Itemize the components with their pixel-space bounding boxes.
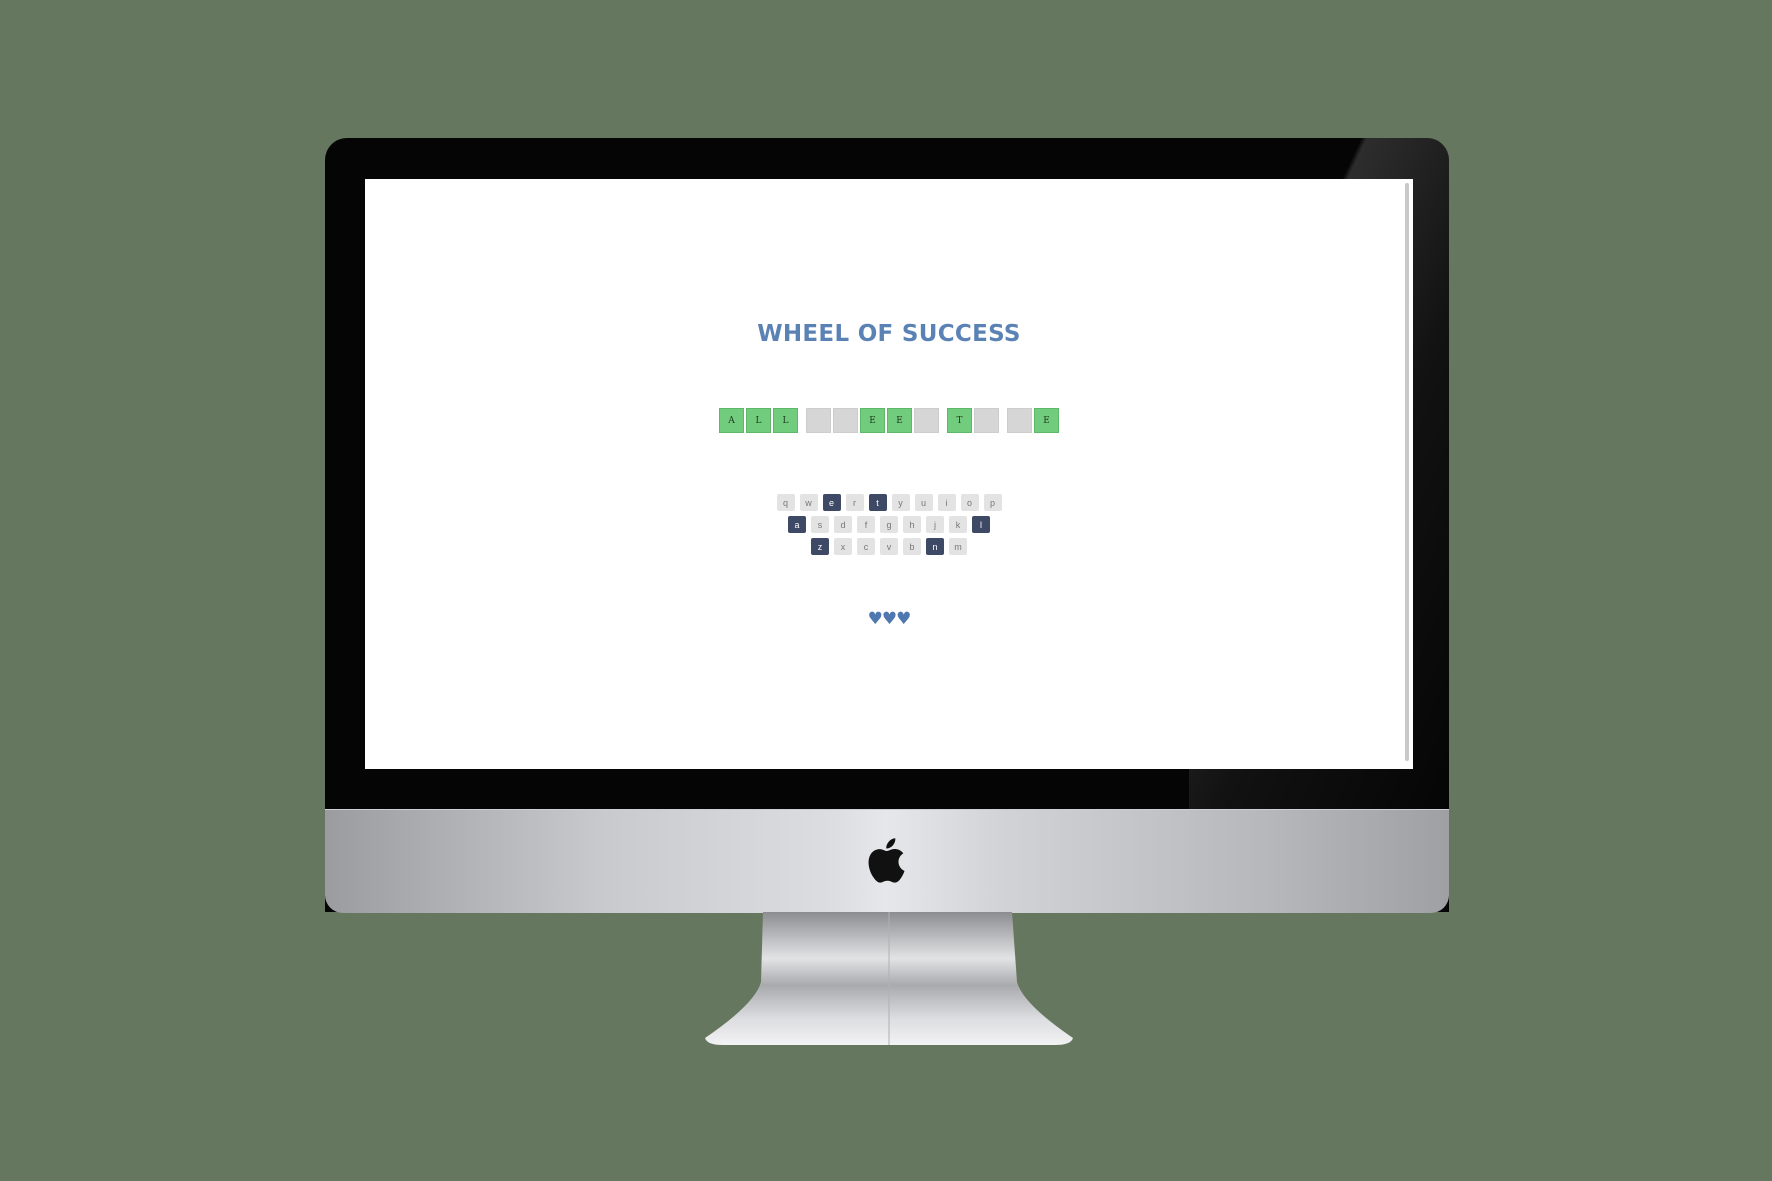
key-o[interactable]: o bbox=[960, 494, 979, 511]
scrollbar[interactable] bbox=[1405, 183, 1409, 761]
hidden-letter-tile bbox=[914, 408, 939, 433]
key-j[interactable]: j bbox=[926, 516, 944, 533]
revealed-letter-tile: L bbox=[746, 408, 771, 433]
key-i[interactable]: i bbox=[937, 494, 956, 511]
puzzle-word: EE bbox=[806, 408, 939, 433]
revealed-letter-tile: L bbox=[773, 408, 798, 433]
key-r[interactable]: r bbox=[845, 494, 864, 511]
keyboard-row: asdfghjkl bbox=[788, 516, 990, 533]
key-k[interactable]: k bbox=[949, 516, 967, 533]
key-g[interactable]: g bbox=[880, 516, 898, 533]
apple-logo-icon bbox=[868, 838, 905, 883]
monitor-bezel: WHEEL OF SUCCESS ALLEETE qwertyuiopasdfg… bbox=[325, 138, 1449, 912]
monitor-chin bbox=[325, 809, 1449, 913]
key-d[interactable]: d bbox=[834, 516, 852, 533]
key-t: t bbox=[868, 494, 887, 511]
revealed-letter-tile: A bbox=[719, 408, 744, 433]
key-v[interactable]: v bbox=[880, 538, 898, 555]
key-w[interactable]: w bbox=[799, 494, 818, 511]
lives-hearts: ♥♥♥ bbox=[867, 609, 912, 629]
hidden-letter-tile bbox=[1007, 408, 1032, 433]
key-n: n bbox=[926, 538, 944, 555]
key-b[interactable]: b bbox=[903, 538, 921, 555]
browser-viewport: WHEEL OF SUCCESS ALLEETE qwertyuiopasdfg… bbox=[365, 179, 1413, 769]
key-h[interactable]: h bbox=[903, 516, 921, 533]
key-y[interactable]: y bbox=[891, 494, 910, 511]
key-x[interactable]: x bbox=[834, 538, 852, 555]
hidden-letter-tile bbox=[833, 408, 858, 433]
revealed-letter-tile: E bbox=[887, 408, 912, 433]
key-c[interactable]: c bbox=[857, 538, 875, 555]
key-m[interactable]: m bbox=[949, 538, 967, 555]
key-l: l bbox=[972, 516, 990, 533]
puzzle-word: ALL bbox=[719, 408, 798, 433]
puzzle-word: E bbox=[1007, 408, 1059, 433]
puzzle-board: ALLEETE bbox=[365, 408, 1413, 433]
game-title: WHEEL OF SUCCESS bbox=[757, 321, 1021, 347]
puzzle-word: T bbox=[947, 408, 999, 433]
revealed-letter-tile: T bbox=[947, 408, 972, 433]
key-a: a bbox=[788, 516, 806, 533]
key-z: z bbox=[811, 538, 829, 555]
revealed-letter-tile: E bbox=[860, 408, 885, 433]
key-f[interactable]: f bbox=[857, 516, 875, 533]
key-p[interactable]: p bbox=[983, 494, 1002, 511]
key-e: e bbox=[822, 494, 841, 511]
letter-keyboard: qwertyuiop asdfghjkl zxcvbnm bbox=[365, 494, 1413, 555]
monitor-stand bbox=[705, 912, 1073, 1045]
hidden-letter-tile bbox=[806, 408, 831, 433]
key-s[interactable]: s bbox=[811, 516, 829, 533]
keyboard-row: qwertyuiop bbox=[776, 494, 1002, 511]
revealed-letter-tile: E bbox=[1034, 408, 1059, 433]
hidden-letter-tile bbox=[974, 408, 999, 433]
keyboard-row: zxcvbnm bbox=[811, 538, 967, 555]
key-u[interactable]: u bbox=[914, 494, 933, 511]
key-q[interactable]: q bbox=[776, 494, 795, 511]
